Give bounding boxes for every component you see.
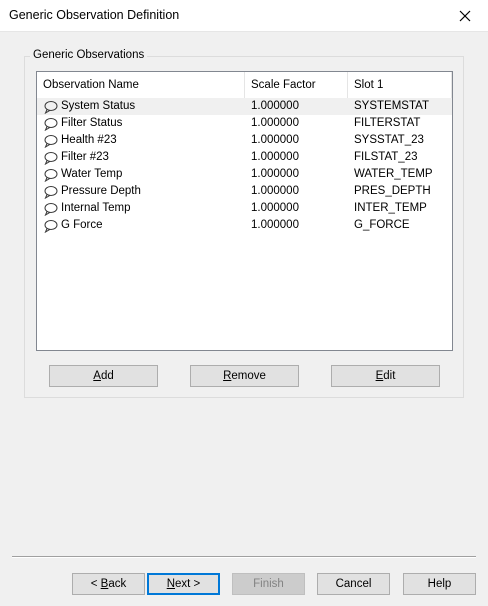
next-mnemonic: N bbox=[166, 578, 176, 590]
list-header: Observation Name Scale Factor Slot 1 bbox=[37, 72, 452, 98]
column-header-observation-name[interactable]: Observation Name bbox=[37, 72, 245, 98]
scale-factor-cell: 1.000000 bbox=[251, 134, 299, 146]
observation-icon bbox=[43, 151, 59, 165]
next-label: ext > bbox=[175, 578, 201, 590]
slot-1-cell: WATER_TEMP bbox=[354, 168, 433, 180]
scale-factor-cell: 1.000000 bbox=[251, 117, 299, 129]
scale-factor-cell: 1.000000 bbox=[251, 100, 299, 112]
observation-icon bbox=[43, 185, 59, 199]
observation-name-cell: Filter Status bbox=[43, 115, 122, 132]
list-body: System Status 1.000000 SYSTEMSTAT Filter St… bbox=[37, 98, 452, 234]
observation-name: Water Temp bbox=[61, 168, 123, 180]
slot-1-cell: INTER_TEMP bbox=[354, 202, 427, 214]
list-row[interactable]: Filter Status 1.000000 FILTERSTAT bbox=[37, 115, 452, 132]
slot-1-cell: FILTERSTAT bbox=[354, 117, 421, 129]
add-mnemonic: A bbox=[93, 370, 101, 382]
observation-name-cell: System Status bbox=[43, 98, 135, 115]
scale-factor-cell: 1.000000 bbox=[251, 151, 299, 163]
add-label: dd bbox=[100, 370, 114, 382]
back-label: ack bbox=[108, 578, 127, 590]
observation-name: System Status bbox=[61, 100, 136, 112]
observation-name: Health #23 bbox=[61, 134, 117, 146]
slot-1-cell: SYSTEMSTAT bbox=[354, 100, 429, 112]
observation-icon bbox=[43, 134, 59, 148]
back-prefix: < bbox=[90, 578, 101, 590]
help-label: Help bbox=[427, 578, 452, 590]
column-header-slot-1[interactable]: Slot 1 bbox=[348, 72, 452, 98]
observation-icon bbox=[43, 100, 59, 114]
edit-label: dit bbox=[383, 370, 396, 382]
group-legend: Generic Observations bbox=[30, 49, 148, 61]
back-mnemonic: B bbox=[100, 578, 109, 590]
list-row[interactable]: Filter #23 1.000000 FILSTAT_23 bbox=[37, 149, 452, 166]
next-button[interactable]: Next > bbox=[147, 573, 220, 595]
close-button[interactable] bbox=[442, 0, 488, 31]
column-header-scale-factor[interactable]: Scale Factor bbox=[245, 72, 348, 98]
list-row[interactable]: G Force 1.000000 G_FORCE bbox=[37, 217, 452, 234]
list-row[interactable]: Pressure Depth 1.000000 PRES_DEPTH bbox=[37, 183, 452, 200]
observation-name: Filter Status bbox=[61, 117, 123, 129]
observation-name: Pressure Depth bbox=[61, 185, 141, 197]
remove-label: emove bbox=[231, 370, 266, 382]
observations-list[interactable]: Observation Name Scale Factor Slot 1 Sys… bbox=[36, 71, 453, 351]
list-row[interactable]: Health #23 1.000000 SYSSTAT_23 bbox=[37, 132, 452, 149]
list-row[interactable]: System Status 1.000000 SYSTEMSTAT bbox=[37, 98, 452, 115]
observation-icon bbox=[43, 117, 59, 131]
observation-name-cell: Filter #23 bbox=[43, 149, 109, 166]
observation-name-cell: Pressure Depth bbox=[43, 183, 141, 200]
observation-icon bbox=[43, 168, 59, 182]
scale-factor-cell: 1.000000 bbox=[251, 168, 299, 180]
remove-mnemonic: R bbox=[223, 370, 232, 382]
scale-factor-cell: 1.000000 bbox=[251, 202, 299, 214]
scale-factor-cell: 1.000000 bbox=[251, 219, 299, 231]
observation-name-cell: G Force bbox=[43, 217, 103, 234]
slot-1-cell: SYSSTAT_23 bbox=[354, 134, 424, 146]
finish-label: Finish bbox=[253, 578, 284, 590]
close-icon bbox=[459, 10, 471, 21]
scale-factor-cell: 1.000000 bbox=[251, 185, 299, 197]
observation-name: G Force bbox=[61, 219, 103, 231]
help-button[interactable]: Help bbox=[403, 573, 476, 595]
slot-1-cell: G_FORCE bbox=[354, 219, 410, 231]
footer-separator bbox=[12, 556, 476, 558]
back-button[interactable]: < Back bbox=[72, 573, 145, 595]
observation-name-cell: Internal Temp bbox=[43, 200, 130, 217]
slot-1-cell: FILSTAT_23 bbox=[354, 151, 418, 163]
edit-mnemonic: E bbox=[375, 370, 384, 382]
list-row[interactable]: Internal Temp 1.000000 INTER_TEMP bbox=[37, 200, 452, 217]
cancel-label: Cancel bbox=[335, 578, 372, 590]
observation-name-cell: Health #23 bbox=[43, 132, 117, 149]
cancel-button[interactable]: Cancel bbox=[317, 573, 390, 595]
observation-icon bbox=[43, 202, 59, 216]
finish-button[interactable]: Finish bbox=[232, 573, 305, 595]
observation-name: Filter #23 bbox=[61, 151, 109, 163]
slot-1-cell: PRES_DEPTH bbox=[354, 185, 431, 197]
observation-name-cell: Water Temp bbox=[43, 166, 122, 183]
window-title: Generic Observation Definition bbox=[9, 8, 180, 22]
add-button[interactable]: Add bbox=[49, 365, 158, 387]
observation-icon bbox=[43, 219, 59, 233]
title-bar: Generic Observation Definition bbox=[0, 0, 488, 32]
observation-name: Internal Temp bbox=[61, 202, 131, 214]
remove-button[interactable]: Remove bbox=[190, 365, 299, 387]
edit-button[interactable]: Edit bbox=[331, 365, 440, 387]
list-row[interactable]: Water Temp 1.000000 WATER_TEMP bbox=[37, 166, 452, 183]
